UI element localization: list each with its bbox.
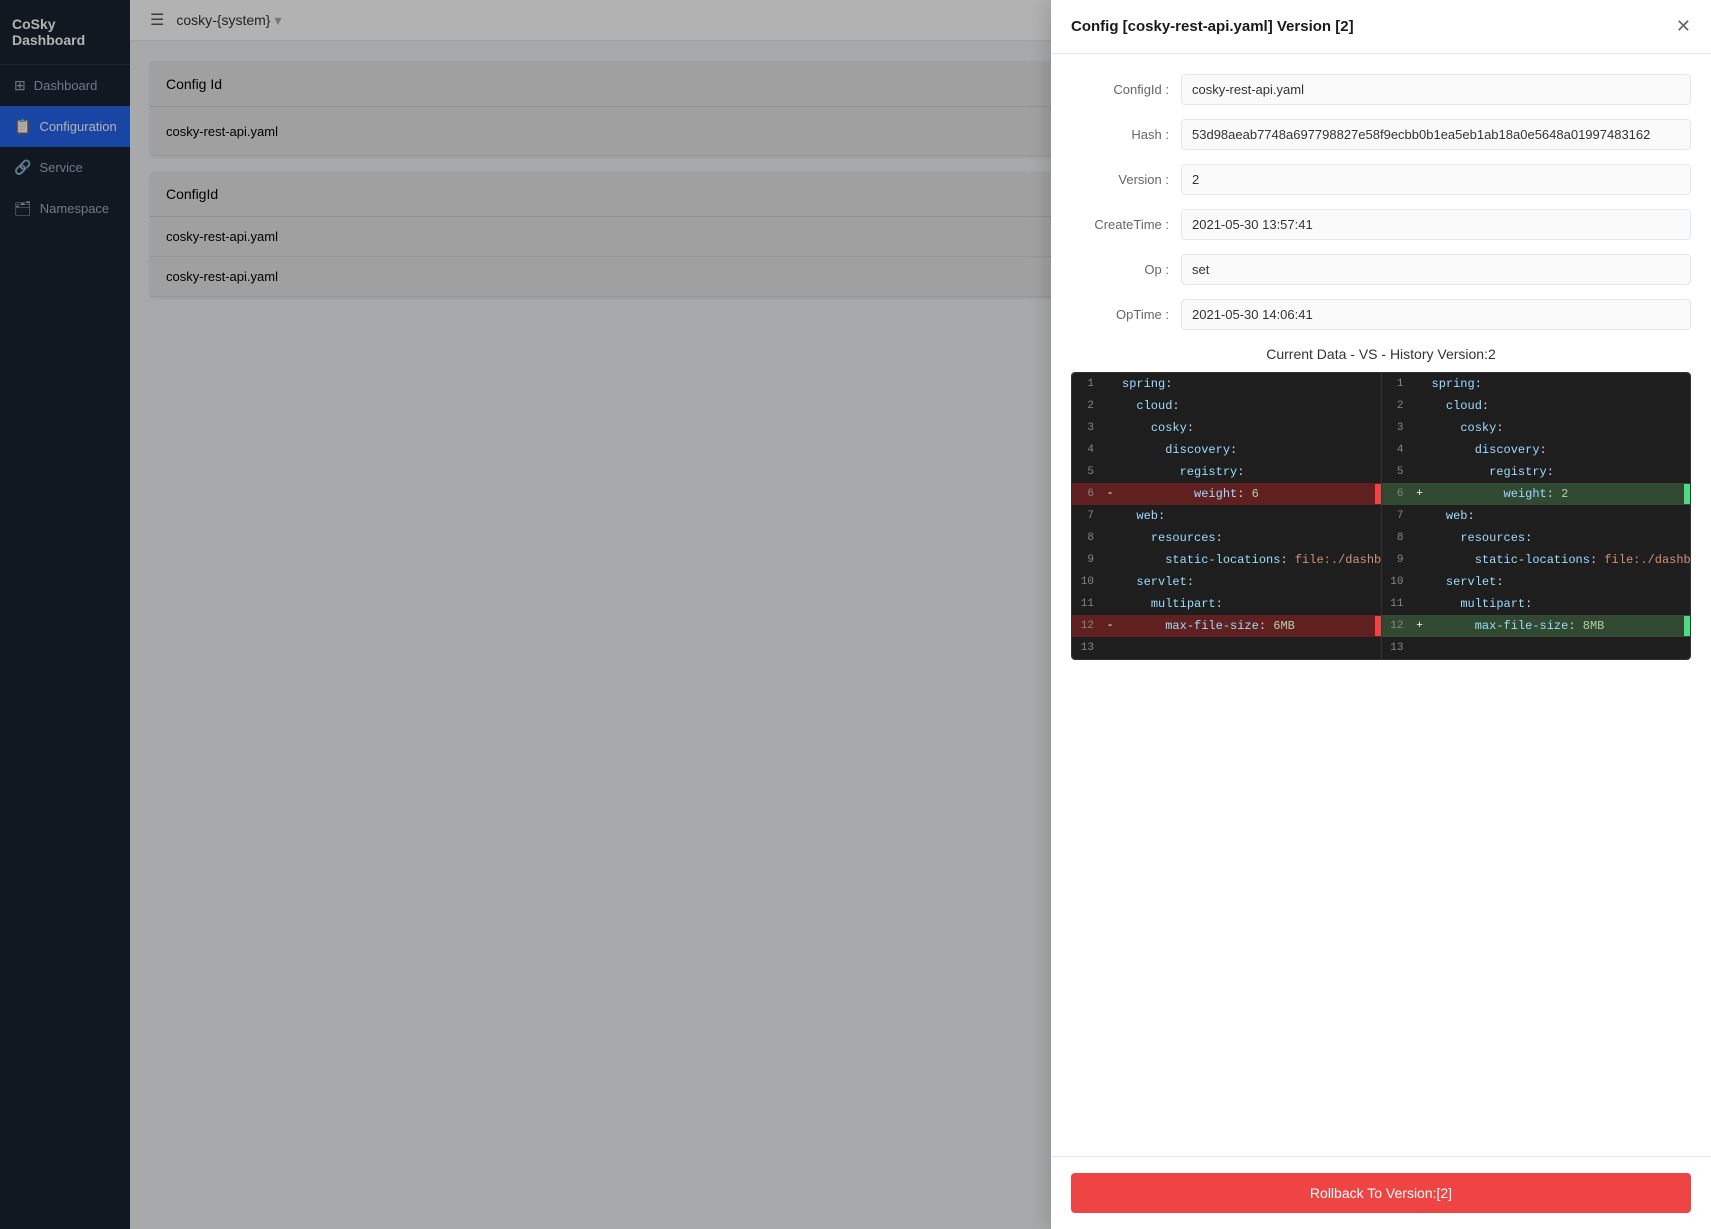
- diff-pane-current: 1spring:2 cloud:3 cosky:4 discovery:5 re…: [1072, 373, 1381, 659]
- modal-header: Config [cosky-rest-api.yaml] Version [2]…: [1051, 0, 1711, 54]
- close-button[interactable]: ✕: [1676, 16, 1691, 37]
- modal-title: Config [cosky-rest-api.yaml] Version [2]: [1071, 18, 1354, 35]
- hash-field: Hash :: [1071, 119, 1691, 150]
- rollback-button[interactable]: Rollback To Version:[2]: [1071, 1173, 1691, 1213]
- op-field: Op :: [1071, 254, 1691, 285]
- hash-input: [1181, 119, 1691, 150]
- op-time-field: OpTime :: [1071, 299, 1691, 330]
- config-version-modal: Config [cosky-rest-api.yaml] Version [2]…: [1051, 0, 1711, 1229]
- version-input: [1181, 164, 1691, 195]
- config-id-label: ConfigId :: [1071, 82, 1181, 97]
- diff-pane-history: 1spring:2 cloud:3 cosky:4 discovery:5 re…: [1381, 373, 1691, 659]
- create-time-label: CreateTime :: [1071, 217, 1181, 232]
- diff-container: 1spring:2 cloud:3 cosky:4 discovery:5 re…: [1071, 372, 1691, 660]
- modal-body: ConfigId : Hash : Version : CreateTime :…: [1051, 54, 1711, 1156]
- hash-label: Hash :: [1071, 127, 1181, 142]
- create-time-field: CreateTime :: [1071, 209, 1691, 240]
- config-id-input: [1181, 74, 1691, 105]
- create-time-input: [1181, 209, 1691, 240]
- diff-title: Current Data - VS - History Version:2: [1071, 346, 1691, 362]
- version-label: Version :: [1071, 172, 1181, 187]
- op-label: Op :: [1071, 262, 1181, 277]
- version-field: Version :: [1071, 164, 1691, 195]
- modal-footer: Rollback To Version:[2]: [1051, 1156, 1711, 1229]
- config-id-field: ConfigId :: [1071, 74, 1691, 105]
- op-input: [1181, 254, 1691, 285]
- op-time-label: OpTime :: [1071, 307, 1181, 322]
- modal-overlay: Config [cosky-rest-api.yaml] Version [2]…: [0, 0, 1711, 1229]
- op-time-input: [1181, 299, 1691, 330]
